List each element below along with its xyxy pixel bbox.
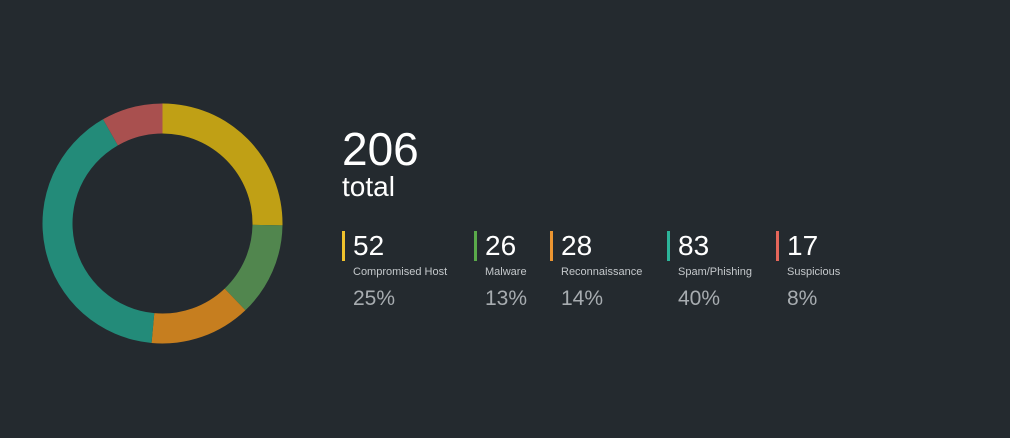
stat-count: 52 [353, 230, 385, 261]
legend-swatch [667, 231, 670, 261]
donut-slice-reconnaissance[interactable] [151, 288, 246, 344]
stat-count: 17 [787, 230, 819, 261]
stat-label: Compromised Host [353, 266, 448, 278]
stat-percentage: 8% [787, 287, 818, 310]
stat-count: 83 [678, 230, 710, 261]
donut-slice-compromised-host[interactable] [162, 103, 283, 226]
legend-swatch [342, 231, 345, 261]
donut-chart [42, 103, 283, 344]
stat-percentage: 40% [678, 287, 721, 310]
stat-percentage: 14% [561, 287, 604, 310]
stat-label: Malware [485, 266, 527, 278]
donut-slice-spam-phishing[interactable] [42, 119, 155, 343]
stat-label: Reconnaissance [561, 266, 643, 278]
total-value: 206 [342, 123, 419, 175]
donut-slice-malware[interactable] [224, 224, 283, 311]
stat-percentage: 25% [353, 287, 396, 310]
total-label: total [342, 171, 395, 202]
legend-swatch [776, 231, 779, 261]
stat-count: 28 [561, 230, 593, 261]
legend-swatch [474, 231, 477, 261]
stat-percentage: 13% [485, 287, 528, 310]
stat-label: Spam/Phishing [678, 266, 752, 278]
stat-label: Suspicious [787, 266, 841, 278]
total-summary: 206 total [342, 124, 419, 202]
legend-swatch [550, 231, 553, 261]
stat-count: 26 [485, 230, 517, 261]
